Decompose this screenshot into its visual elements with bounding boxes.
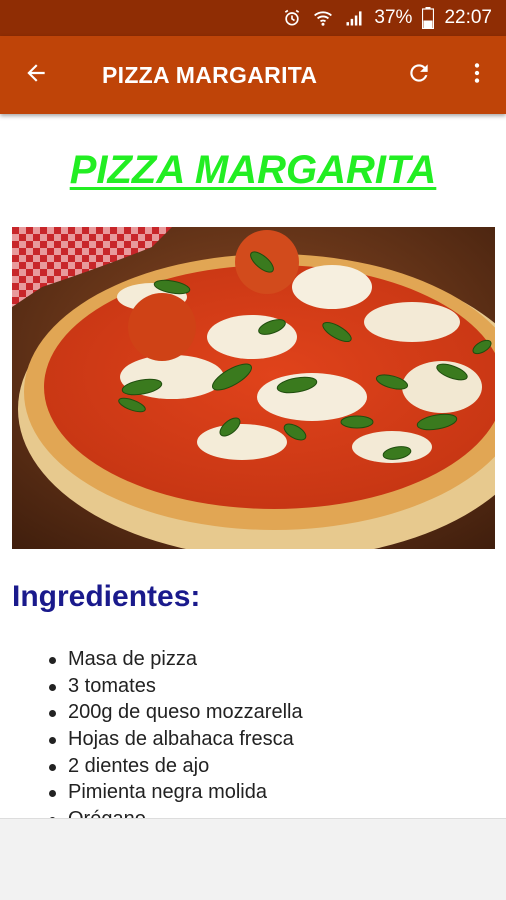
battery-icon (422, 7, 435, 29)
recipe-content[interactable]: PIZZA MARGARITA Ingredientes: Masa de pi… (0, 114, 506, 818)
more-vert-icon (464, 60, 490, 91)
bottom-panel (0, 818, 506, 900)
signal-icon (344, 8, 364, 28)
overflow-menu-button[interactable] (448, 36, 506, 114)
clock-time: 22:07 (444, 7, 492, 28)
ingredients-list: Masa de pizza 3 tomates 200g de queso mo… (47, 646, 303, 818)
app-bar: PIZZA MARGARITA (0, 36, 506, 114)
ingredient-item: 3 tomates (47, 673, 303, 700)
back-button[interactable] (0, 36, 72, 114)
ingredient-item: Orégano (47, 806, 303, 818)
app-bar-title: PIZZA MARGARITA (102, 61, 318, 88)
ingredients-heading: Ingredientes: (12, 580, 201, 613)
ingredient-item: Pimienta negra molida (47, 779, 303, 806)
alarm-icon (282, 8, 302, 28)
ingredient-item: 2 dientes de ajo (47, 753, 303, 780)
back-arrow-icon (23, 60, 49, 91)
ingredient-item: Hojas de albahaca fresca (47, 726, 303, 753)
pizza-photo (12, 227, 495, 549)
status-bar: 37% 22:07 (0, 0, 506, 36)
wifi-icon (312, 8, 334, 28)
battery-percent: 37% (374, 7, 413, 28)
ingredient-item: Masa de pizza (47, 646, 303, 673)
refresh-icon (406, 60, 432, 91)
recipe-title: PIZZA MARGARITA (69, 148, 437, 192)
ingredient-item: 200g de queso mozzarella (47, 699, 303, 726)
refresh-button[interactable] (390, 36, 448, 114)
